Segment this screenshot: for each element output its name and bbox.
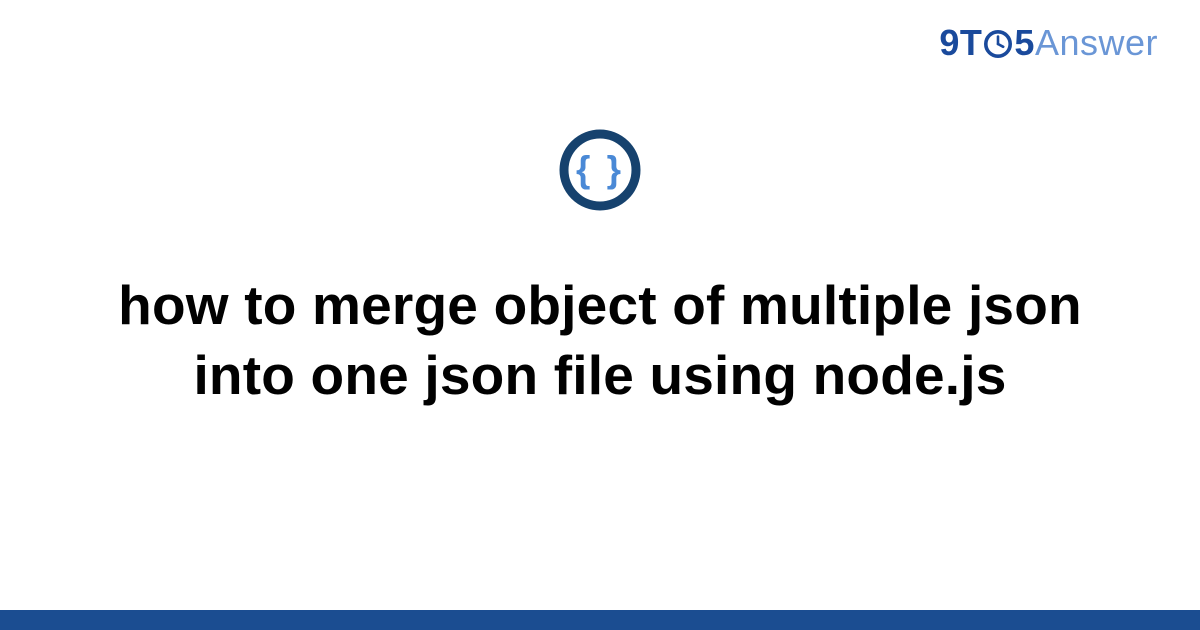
svg-text:{ }: { } (576, 149, 624, 190)
brand-text-9: 9 (939, 22, 960, 64)
brand-text-t: T (960, 22, 983, 64)
clock-o-icon (983, 29, 1013, 59)
brand-text-answer: Answer (1035, 22, 1158, 64)
question-title: how to merge object of multiple json int… (90, 270, 1110, 411)
brand-text-5: 5 (1014, 22, 1035, 64)
brand-logo: 9 T 5 Answer (939, 22, 1158, 64)
json-braces-icon: { } (558, 128, 642, 217)
footer-accent-bar (0, 610, 1200, 630)
share-card: 9 T 5 Answer { } how to merge object of … (0, 0, 1200, 630)
